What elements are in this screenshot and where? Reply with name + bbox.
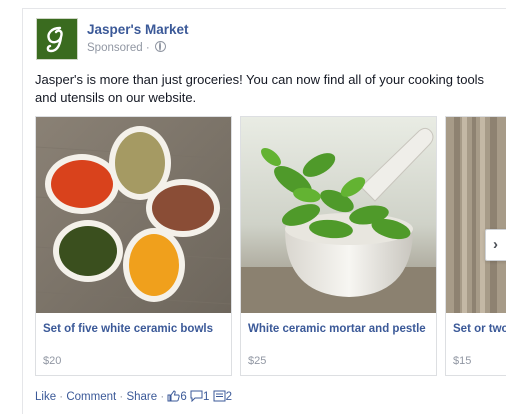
spice-bowls-image[interactable] [36, 117, 231, 313]
like-link[interactable]: Like [35, 391, 56, 403]
product-price: $15 [453, 355, 472, 367]
wooden-utensils-image[interactable] [446, 117, 506, 313]
mortar-pestle-image[interactable] [241, 117, 436, 313]
shares-count[interactable]: 2 [226, 391, 232, 403]
comments-count[interactable]: 1 [203, 391, 209, 403]
action-separator: · [157, 391, 168, 403]
post-message: Jasper's is more than just groceries! Yo… [35, 72, 485, 105]
meta-separator: · [142, 42, 153, 54]
card-left-border [22, 8, 23, 414]
page-avatar[interactable] [36, 18, 78, 60]
comment-bubble-icon[interactable] [190, 390, 203, 402]
product-title[interactable]: Set of five white ceramic bowls [43, 322, 226, 336]
share-icon[interactable] [213, 390, 226, 402]
sponsored-label[interactable]: Sponsored [87, 42, 143, 54]
action-separator: · [56, 391, 67, 403]
thumbs-up-icon[interactable] [167, 390, 181, 402]
product-price: $25 [248, 355, 267, 367]
carousel-card-1[interactable]: Set of five white ceramic bowls $20 [35, 116, 232, 376]
card-top-border [22, 8, 506, 9]
sponsored-meta: Sponsored · [87, 41, 166, 54]
post-actions-bar: Like · Comment · Share · 6 1 2 [35, 390, 232, 403]
globe-icon [154, 41, 166, 52]
product-title[interactable]: White ceramic mortar and pestle [248, 322, 431, 336]
carousel-next-button[interactable]: › [485, 229, 506, 261]
page-name-link[interactable]: Jasper's Market [87, 22, 189, 37]
action-separator: · [116, 391, 127, 403]
share-link[interactable]: Share [126, 391, 157, 403]
likes-count[interactable]: 6 [180, 391, 186, 403]
product-price: $20 [43, 355, 62, 367]
product-carousel: Set of five white ceramic bowls $20 Whit… [35, 116, 506, 378]
jaspers-logo-icon [37, 19, 77, 59]
chevron-right-icon: › [493, 236, 498, 253]
comment-link[interactable]: Comment [66, 391, 116, 403]
carousel-card-2[interactable]: White ceramic mortar and pestle $25 [240, 116, 437, 376]
sponsored-post-card: Jasper's Market Sponsored · Jasper's is … [0, 0, 506, 414]
product-title[interactable]: Set or two utensils [453, 322, 506, 336]
